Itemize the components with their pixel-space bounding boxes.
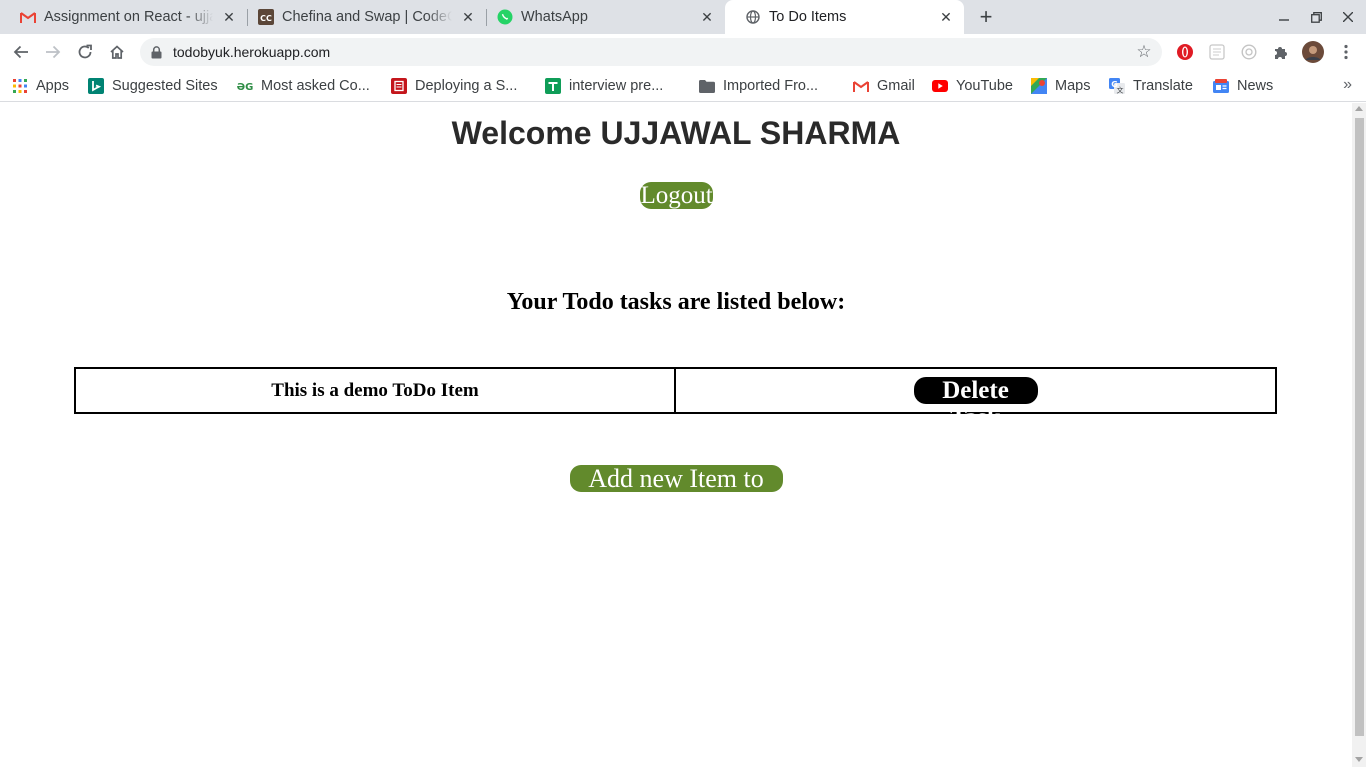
profile-avatar[interactable]: [1302, 41, 1324, 63]
bookmark-label: Deploying a S...: [415, 78, 518, 94]
bookmark-label: Imported Fro...: [723, 78, 819, 94]
bookmark-maps[interactable]: Maps: [1031, 76, 1090, 96]
add-item-row: Add new Item to List: [0, 465, 1352, 519]
bookmark-translate[interactable]: G文 Translate: [1109, 76, 1193, 96]
logout-row: Logout: [0, 182, 1352, 209]
svg-text:ƏG: ƏG: [237, 82, 253, 92]
bookmark-label: Suggested Sites: [112, 78, 218, 94]
bookmark-interview-prep[interactable]: interview pre...: [545, 76, 663, 96]
logout-button[interactable]: Logout: [639, 182, 713, 209]
scrollbar-thumb[interactable]: [1355, 118, 1364, 736]
bookmark-apps[interactable]: Apps: [12, 76, 69, 96]
todo-table: This is a demo ToDo Item Delete Task: [74, 367, 1277, 431]
close-tab-icon[interactable]: ✕: [697, 7, 717, 27]
page-content: Welcome UJJAWAL SHARMA Logout Your Todo …: [0, 103, 1352, 767]
browser-toolbar: todobyuk.herokuapp.com ☆: [0, 34, 1366, 70]
bing-icon: [88, 78, 104, 94]
bookmark-label: YouTube: [956, 78, 1013, 94]
close-tab-icon[interactable]: ✕: [458, 7, 478, 27]
bookmark-label: Gmail: [877, 78, 915, 94]
tab-title: WhatsApp: [521, 9, 588, 25]
svg-text:文: 文: [1117, 86, 1124, 95]
forward-arrow-icon[interactable]: [40, 39, 66, 65]
todo-item-text: This is a demo ToDo Item: [271, 379, 479, 401]
translate-icon: G文: [1109, 78, 1125, 94]
bookmark-gmail[interactable]: Gmail: [853, 76, 915, 96]
tab-title: To Do Items: [769, 9, 847, 25]
bookmark-suggested-sites[interactable]: Suggested Sites: [88, 76, 218, 96]
address-bar[interactable]: todobyuk.herokuapp.com ☆: [140, 38, 1162, 66]
close-tab-icon[interactable]: ✕: [936, 7, 956, 27]
bookmark-star-icon[interactable]: ☆: [1134, 42, 1154, 62]
reload-icon[interactable]: [72, 39, 98, 65]
codechef-icon: CC: [258, 9, 274, 25]
globe-icon: [745, 9, 761, 25]
bookmark-label: News: [1237, 78, 1274, 94]
news-icon: [1213, 78, 1229, 94]
svg-text:CC: CC: [260, 14, 272, 23]
bookmarks-bar: Apps Suggested Sites ƏG Most asked Co...…: [0, 70, 1366, 102]
bookmark-most-asked[interactable]: ƏG Most asked Co...: [237, 76, 370, 96]
add-new-item-button[interactable]: Add new Item to List: [569, 465, 783, 519]
gmail-icon: [20, 9, 36, 25]
maps-icon: [1031, 78, 1047, 94]
browser-menu-icon[interactable]: [1336, 42, 1356, 62]
new-tab-button[interactable]: +: [974, 4, 998, 29]
bookmark-label: Most asked Co...: [261, 78, 370, 94]
tab-title: Chefina and Swap | CodeChef: [282, 9, 452, 25]
bookmark-label: Translate: [1133, 78, 1193, 94]
table-cell: This is a demo ToDo Item: [76, 369, 676, 412]
whatsapp-icon: [497, 9, 513, 25]
url-text[interactable]: todobyuk.herokuapp.com: [173, 44, 330, 60]
geeksforgeeks-icon: ƏG: [237, 78, 253, 94]
todo-list-subtitle: Your Todo tasks are listed below:: [506, 289, 846, 315]
close-tab-icon[interactable]: ✕: [219, 7, 239, 27]
apps-grid-icon: [12, 78, 28, 94]
bookmark-label: Apps: [36, 78, 70, 94]
back-arrow-icon[interactable]: [8, 39, 34, 65]
delete-task-button[interactable]: Delete Task: [913, 377, 1038, 431]
bookmark-label: interview pre...: [569, 78, 664, 94]
scroll-up-arrow-icon[interactable]: [1355, 106, 1363, 111]
opera-vpn-icon[interactable]: [1175, 42, 1195, 62]
tab-gmail[interactable]: Assignment on React - ujjawal ✕: [0, 0, 247, 34]
tab-strip: Assignment on React - ujjawal ✕ CC Chefi…: [0, 0, 1366, 34]
bookmark-imported-folder[interactable]: Imported Fro...: [699, 76, 818, 96]
extension-placeholder-icon[interactable]: [1207, 42, 1227, 62]
bookmark-news[interactable]: News: [1213, 76, 1273, 96]
bookmark-deploying[interactable]: Deploying a S...: [391, 76, 517, 96]
lock-icon[interactable]: [151, 45, 165, 59]
tab-whatsapp[interactable]: WhatsApp ✕: [477, 0, 725, 34]
youtube-icon: [932, 78, 948, 94]
table-cell: Delete Task: [676, 369, 1275, 431]
bookmark-label: Maps: [1055, 78, 1091, 94]
extension-clock-icon[interactable]: [1239, 42, 1259, 62]
close-window-icon[interactable]: [1337, 6, 1359, 28]
restore-icon[interactable]: [1305, 6, 1327, 28]
red-doc-icon: [391, 78, 407, 94]
minimize-icon[interactable]: [1273, 6, 1295, 28]
gmail-icon: [853, 78, 869, 94]
tab-title: Assignment on React - ujjawal: [44, 9, 213, 25]
welcome-heading: Welcome UJJAWAL SHARMA: [451, 115, 901, 151]
scroll-down-arrow-icon[interactable]: [1355, 757, 1363, 762]
tab-todo-items[interactable]: To Do Items ✕: [725, 0, 964, 34]
home-icon[interactable]: [104, 39, 130, 65]
extensions-puzzle-icon[interactable]: [1271, 42, 1291, 62]
tab-codechef[interactable]: CC Chefina and Swap | CodeChef ✕: [238, 0, 486, 34]
green-sheet-icon: [545, 78, 561, 94]
folder-icon: [699, 78, 715, 94]
more-bookmarks-chevron-icon[interactable]: »: [1343, 76, 1352, 94]
bookmark-youtube[interactable]: YouTube: [932, 76, 1013, 96]
